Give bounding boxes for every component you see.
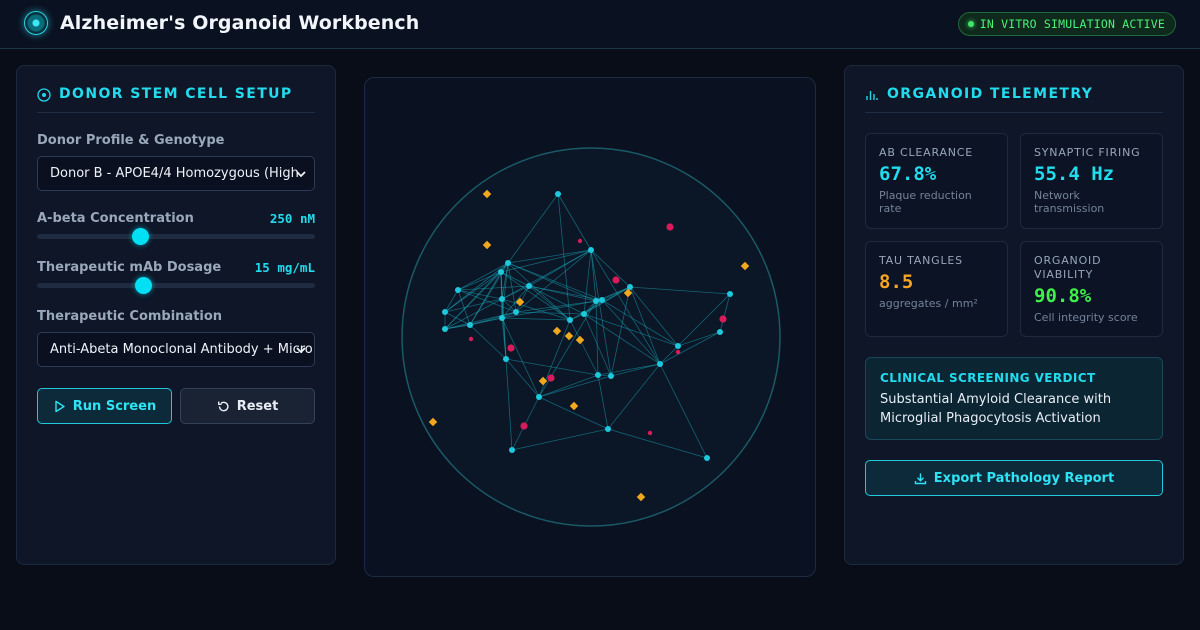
metric-value: 55.4 Hz: [1034, 163, 1115, 185]
metric-label: TAU TANGLES: [879, 254, 963, 267]
abeta-label: A-beta Concentration: [37, 211, 194, 226]
play-icon: [55, 400, 65, 412]
metric-label: AB CLEARANCE: [879, 146, 974, 159]
target-icon: [37, 88, 51, 102]
reset-icon: [217, 401, 229, 411]
tau-tangle: [612, 276, 620, 284]
neuron-node: [605, 426, 611, 432]
neuron-node: [499, 315, 505, 321]
mab-dosage-value: 15 mg/mL: [254, 260, 315, 275]
donor-setup-header: DONOR STEM CELL SETUP: [37, 86, 315, 113]
reset-label: Reset: [236, 398, 279, 414]
status-dot-icon: [967, 21, 974, 27]
tau-tangle: [719, 315, 727, 323]
neuron-node: [509, 447, 515, 453]
neuron-node: [717, 329, 723, 335]
bar-chart-icon: [866, 91, 878, 100]
metric-value: 8.5: [879, 271, 914, 293]
neuron-node: [455, 287, 461, 293]
neuron-node: [593, 298, 599, 304]
neuron-node: [727, 291, 733, 297]
top-bar: Alzheimer's Organoid Workbench IN VITRO …: [0, 0, 1200, 49]
donor-profile-label: Donor Profile & Genotype: [37, 133, 225, 148]
tau-tangle: [647, 430, 653, 436]
neuron-node: [704, 455, 710, 461]
organoid-network-visualization: [401, 147, 781, 527]
neuron-node: [503, 356, 509, 362]
metric-label: ORGANOID VIABILITY: [1034, 254, 1102, 281]
metric-value: 90.8%: [1034, 285, 1092, 307]
chevron-down-icon: [296, 347, 306, 354]
tau-tangle: [577, 238, 583, 244]
neuron-node: [442, 309, 448, 315]
donor-profile-select[interactable]: Donor B - APOE4/4 Homozygous (High: [37, 156, 315, 191]
neuron-node: [505, 260, 511, 266]
donor-setup-panel: DONOR STEM CELL SETUP Donor Profile & Ge…: [16, 65, 336, 565]
neuron-node: [498, 269, 504, 275]
metric-label: SYNAPTIC FIRING: [1034, 146, 1141, 159]
mab-dosage-label: Therapeutic mAb Dosage: [37, 260, 222, 275]
tau-tangle: [675, 349, 681, 355]
metric-caption: Network transmission: [1034, 189, 1105, 215]
verdict-text: Substantial Amyloid Clearance with Micro…: [880, 392, 1112, 426]
neuron-node: [675, 343, 681, 349]
tau-tangle: [666, 223, 674, 231]
telemetry-title: ORGANOID TELEMETRY: [887, 86, 1094, 102]
metric-caption: aggregates / mm²: [879, 297, 978, 310]
abeta-slider[interactable]: [37, 228, 315, 245]
neuron-node: [499, 296, 505, 302]
metric-value: 67.8%: [879, 163, 937, 185]
tau-tangle: [468, 336, 474, 342]
donor-profile-value: Donor B - APOE4/4 Homozygous (High: [50, 166, 299, 181]
export-report-label: Export Pathology Report: [933, 470, 1115, 486]
run-screen-label: Run Screen: [72, 398, 157, 414]
tau-tangle: [507, 344, 515, 352]
organoid-viability-card: ORGANOID VIABILITY 90.8% Cell integrity …: [1020, 241, 1163, 337]
neuron-node: [581, 311, 587, 317]
therapeutic-combination-label: Therapeutic Combination: [37, 309, 223, 324]
organoid-telemetry-panel: ORGANOID TELEMETRY AB CLEARANCE 67.8% Pl…: [844, 65, 1184, 565]
therapeutic-combination-select[interactable]: Anti-Abeta Monoclonal Antibody + Micro: [37, 332, 315, 367]
clinical-verdict-card: CLINICAL SCREENING VERDICT Substantial A…: [865, 357, 1163, 440]
ab-clearance-card: AB CLEARANCE 67.8% Plaque reduction rate: [865, 133, 1008, 229]
donor-setup-title: DONOR STEM CELL SETUP: [59, 86, 293, 102]
neuron-node: [442, 326, 448, 332]
mab-dosage-slider-handle[interactable]: [134, 277, 152, 294]
neuron-node: [599, 297, 605, 303]
tau-tangles-card: TAU TANGLES 8.5 aggregates / mm²: [865, 241, 1008, 337]
neuron-node: [657, 361, 663, 367]
neuron-node: [513, 309, 519, 315]
run-screen-button[interactable]: Run Screen: [37, 388, 172, 424]
neuron-node: [595, 372, 601, 378]
reset-button[interactable]: Reset: [180, 388, 315, 424]
export-report-button[interactable]: Export Pathology Report: [865, 460, 1163, 496]
status-badge: IN VITRO SIMULATION ACTIVE: [957, 12, 1176, 36]
synaptic-firing-card: SYNAPTIC FIRING 55.4 Hz Network transmis…: [1020, 133, 1163, 229]
download-icon: [914, 473, 926, 484]
neuron-node: [588, 247, 594, 253]
metric-caption: Plaque reduction rate: [879, 189, 972, 215]
tau-tangle: [520, 422, 528, 430]
neuron-node: [467, 322, 473, 328]
abeta-slider-handle[interactable]: [131, 228, 149, 245]
organoid-boundary: [401, 147, 781, 527]
abeta-value: 250 nM: [269, 211, 315, 226]
mab-dosage-slider[interactable]: [37, 277, 315, 294]
app-title: Alzheimer's Organoid Workbench: [60, 12, 420, 34]
neuron-node: [567, 317, 573, 323]
neuron-node: [555, 191, 561, 197]
status-text: IN VITRO SIMULATION ACTIVE: [979, 17, 1165, 31]
organoid-logo-icon: [24, 11, 48, 35]
verdict-title: CLINICAL SCREENING VERDICT: [880, 371, 1096, 385]
organoid-viewport: [364, 77, 816, 577]
neuron-node: [536, 394, 542, 400]
telemetry-header: ORGANOID TELEMETRY: [865, 86, 1163, 113]
chevron-down-icon: [296, 171, 306, 178]
tau-tangle: [547, 374, 555, 382]
therapeutic-combination-value: Anti-Abeta Monoclonal Antibody + Micro: [50, 342, 313, 357]
metric-caption: Cell integrity score: [1034, 311, 1138, 324]
neuron-node: [526, 283, 532, 289]
neuron-node: [608, 373, 614, 379]
